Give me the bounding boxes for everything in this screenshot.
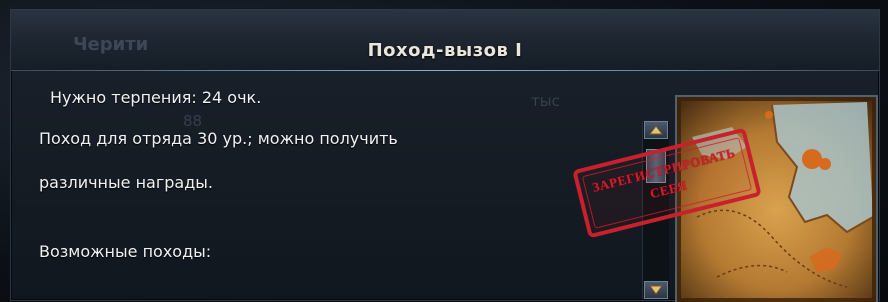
possible-campaigns-label: Возможные походы: [39, 242, 212, 261]
panel-title-bar: Черити Поход-вызов I [11, 10, 879, 71]
triangle-up-icon [649, 125, 663, 135]
panel-title: Поход-вызов I [367, 40, 523, 61]
scroll-up-button[interactable] [644, 121, 668, 139]
requirement-text: Нужно терпения: 24 очк. [50, 88, 262, 107]
scroll-down-button[interactable] [644, 281, 668, 299]
triangle-down-icon [649, 285, 663, 295]
background-ghost-suffix: тыс [531, 92, 560, 110]
background-ghost-number: 88 [183, 112, 203, 130]
description-line-1: Поход для отряда 30 ур.; можно получить [39, 129, 398, 148]
description-line-2: различные награды. [39, 173, 213, 192]
panel-content: 88 тыс Нужно терпения: 24 очк. Поход для… [11, 72, 641, 298]
